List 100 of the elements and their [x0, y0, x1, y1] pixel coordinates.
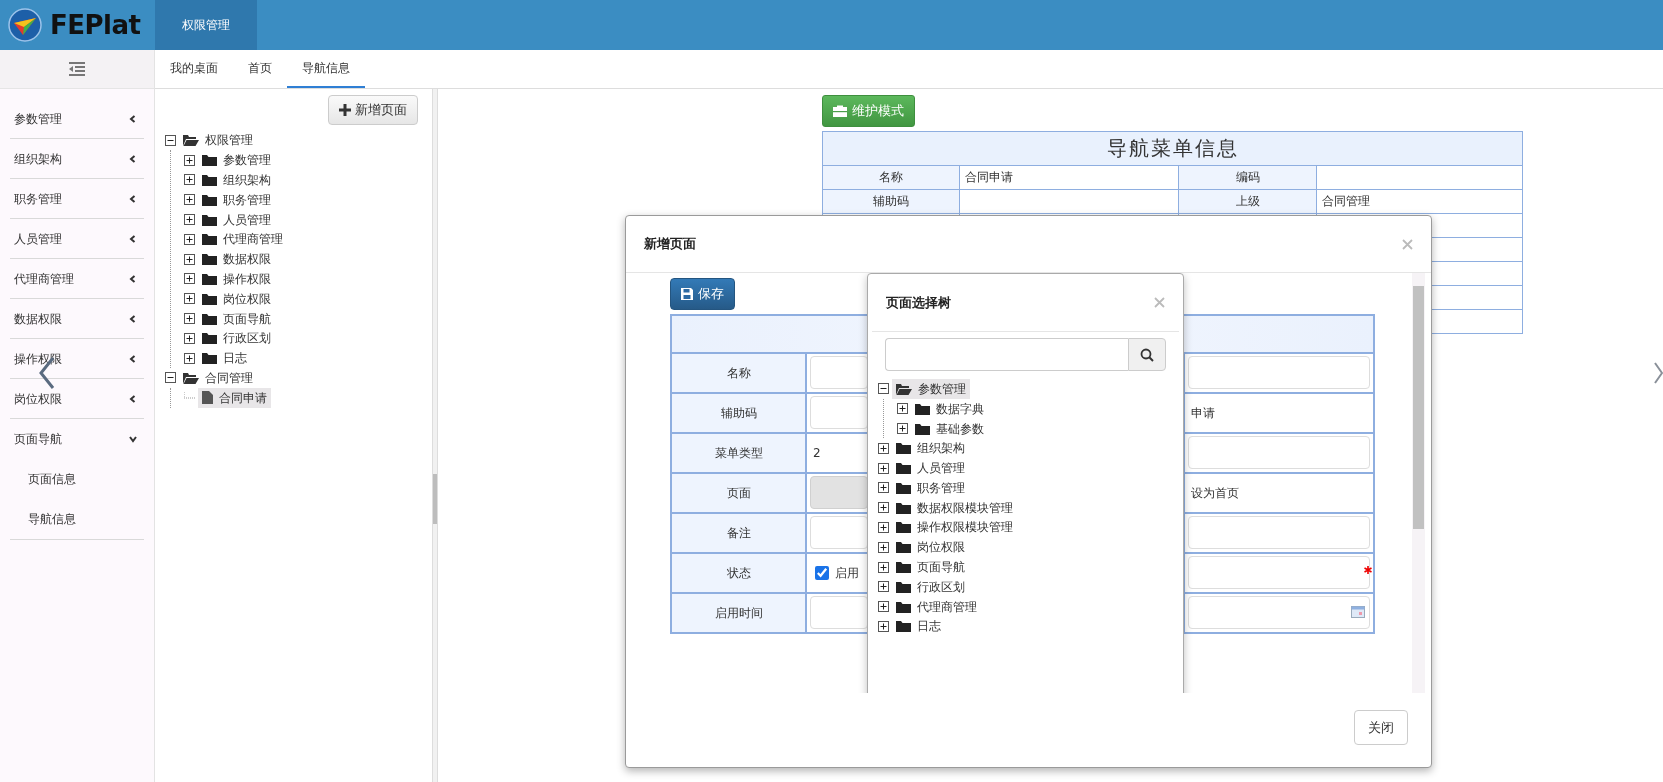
tree-node[interactable]: 代理商管理	[198, 229, 287, 250]
collapse-icon[interactable]	[165, 134, 176, 146]
input-field[interactable]	[810, 356, 868, 389]
input-field[interactable]	[1188, 516, 1371, 549]
tab[interactable]: 我的桌面	[155, 50, 233, 88]
expand-icon[interactable]	[878, 482, 889, 494]
collapse-icon[interactable]	[165, 372, 176, 384]
sidebar-item[interactable]: 代理商管理	[10, 259, 144, 299]
briefcase-icon	[833, 104, 847, 117]
sidebar-item[interactable]: 岗位权限	[10, 379, 144, 419]
folder-icon	[202, 332, 217, 345]
expand-icon[interactable]	[878, 502, 889, 514]
expand-icon[interactable]	[897, 423, 908, 434]
tree-node[interactable]: 合同申请	[198, 387, 271, 408]
tree-node[interactable]: 数据权限模块管理	[892, 497, 1017, 518]
input-field[interactable]	[1188, 436, 1371, 469]
expand-icon[interactable]	[184, 313, 195, 325]
expand-icon[interactable]	[184, 253, 195, 265]
tree-node[interactable]: 参数管理	[198, 150, 275, 171]
tree-node[interactable]: 代理商管理	[892, 596, 981, 617]
tree-node[interactable]: 权限管理	[179, 130, 257, 151]
input-field[interactable]	[810, 596, 868, 629]
save-button[interactable]: 保存	[670, 278, 735, 310]
date-field[interactable]	[1188, 596, 1371, 629]
sidebar-item[interactable]: 参数管理	[10, 99, 144, 139]
expand-icon[interactable]	[184, 194, 195, 206]
tree-node[interactable]: 职务管理	[198, 189, 275, 210]
scrollbar[interactable]	[1412, 273, 1425, 693]
tab[interactable]: 首页	[233, 50, 287, 88]
tree-node[interactable]: 数据权限	[198, 249, 275, 270]
expand-icon[interactable]	[878, 601, 889, 613]
field-value: 申请	[1190, 405, 1215, 420]
expand-icon[interactable]	[184, 332, 195, 344]
tree-node[interactable]: 参数管理	[892, 378, 970, 399]
tree-node[interactable]: 操作权限模块管理	[892, 517, 1017, 538]
tree-node[interactable]: 合同管理	[179, 367, 257, 388]
expand-icon[interactable]	[897, 403, 908, 415]
expand-icon[interactable]	[878, 620, 889, 632]
expand-icon[interactable]	[878, 581, 889, 593]
expand-icon[interactable]	[878, 442, 889, 454]
save-icon	[681, 287, 693, 300]
chevron-right-icon[interactable]	[1654, 361, 1663, 385]
folder-icon	[896, 620, 911, 633]
tree-node[interactable]: 数据字典	[911, 398, 988, 419]
tree-node[interactable]: 日志	[892, 616, 945, 637]
search-field[interactable]	[885, 338, 1128, 371]
sidebar-item[interactable]: 职务管理	[10, 179, 144, 219]
folder-icon	[202, 193, 217, 206]
expand-icon[interactable]	[878, 462, 889, 474]
expand-icon[interactable]	[878, 521, 889, 533]
file-icon	[202, 391, 213, 405]
sidebar-subitem[interactable]: 页面信息	[10, 459, 144, 499]
expand-icon[interactable]	[184, 352, 195, 364]
tree-node[interactable]: 职务管理	[892, 477, 969, 498]
checkbox[interactable]	[815, 566, 829, 580]
tree-node[interactable]: 组织架构	[198, 170, 275, 190]
tab[interactable]: 导航信息	[287, 50, 365, 88]
expand-icon[interactable]	[184, 293, 195, 305]
tree-node[interactable]: 基础参数	[911, 418, 988, 439]
expand-icon[interactable]	[878, 541, 889, 553]
collapse-icon[interactable]	[878, 383, 889, 395]
expand-icon[interactable]	[878, 561, 889, 573]
sidebar-item[interactable]: 组织架构	[10, 139, 144, 179]
sidebar-subitem[interactable]: 导航信息	[10, 499, 144, 539]
tree-node[interactable]: 岗位权限	[198, 288, 275, 309]
tree-node[interactable]: 人员管理	[892, 458, 969, 479]
menu-collapse-icon[interactable]	[69, 62, 85, 76]
field-value: 合同管理	[1316, 189, 1523, 213]
tree-node[interactable]: 行政区划	[892, 576, 969, 597]
input-field[interactable]	[810, 396, 868, 429]
tree-node[interactable]: 页面导航	[198, 308, 275, 329]
app-logo-text: FEPlat	[50, 8, 141, 42]
input-field[interactable]	[1188, 556, 1371, 589]
expand-icon[interactable]	[184, 214, 195, 226]
tree-node[interactable]: 岗位权限	[892, 537, 969, 558]
top-nav-tab[interactable]: 权限管理	[155, 0, 257, 50]
tree-node[interactable]: 人员管理	[198, 209, 275, 230]
sidebar-item[interactable]: 页面导航	[10, 419, 144, 459]
search-button[interactable]	[1128, 338, 1166, 371]
add-page-button[interactable]: 新增页面	[328, 95, 418, 125]
folder-icon	[202, 352, 217, 365]
sidebar-item[interactable]: 数据权限	[10, 299, 144, 339]
field-value: 合同申请	[959, 165, 1179, 189]
field-label: 编码	[1179, 165, 1317, 189]
splitter-handle[interactable]	[433, 474, 437, 524]
tree-node[interactable]: 操作权限	[198, 269, 275, 289]
field-label: 名称	[822, 165, 960, 189]
tree-node[interactable]: 页面导航	[892, 557, 969, 578]
input-field[interactable]	[810, 516, 868, 549]
expand-icon[interactable]	[184, 273, 195, 285]
expand-icon[interactable]	[184, 154, 195, 166]
input-field[interactable]	[1188, 356, 1371, 389]
tree-node[interactable]: 行政区划	[198, 328, 275, 349]
expand-icon[interactable]	[184, 174, 195, 186]
folder-icon	[202, 233, 217, 246]
expand-icon[interactable]	[184, 233, 195, 245]
close-button[interactable]: 关闭	[1354, 709, 1408, 745]
tree-node[interactable]: 组织架构	[892, 438, 969, 459]
tree-node[interactable]: 日志	[198, 348, 251, 369]
sidebar-item[interactable]: 人员管理	[10, 219, 144, 259]
